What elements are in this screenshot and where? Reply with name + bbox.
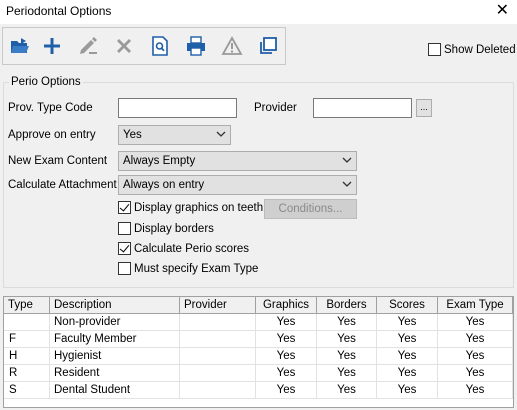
cell-description: Faculty Member <box>50 331 180 348</box>
calculate-perio-scores-checkbox[interactable]: Calculate Perio scores <box>118 242 249 255</box>
table-row[interactable]: Non-provider Yes Yes Yes Yes <box>4 314 513 331</box>
column-header-description[interactable]: Description <box>50 297 180 314</box>
provider-browse-button[interactable]: ... <box>416 99 432 117</box>
column-header-provider[interactable]: Provider <box>180 297 256 314</box>
window-title: Periodontal Options <box>6 4 112 18</box>
cell-scores: Yes <box>377 365 438 382</box>
cell-provider <box>180 365 256 382</box>
column-header-graphics[interactable]: Graphics <box>256 297 317 314</box>
warning-icon <box>218 32 246 60</box>
new-exam-content-value: Always Empty <box>123 155 196 167</box>
grid-header: Type Description Provider Graphics Borde… <box>4 297 513 314</box>
cell-graphics: Yes <box>256 314 317 331</box>
cell-description: Dental Student <box>50 382 180 399</box>
show-deleted-checkbox[interactable]: Show Deleted <box>428 43 516 56</box>
prov-type-code-label: Prov. Type Code <box>8 102 93 114</box>
perio-options-group-label: Perio Options <box>9 76 83 88</box>
column-header-scores[interactable]: Scores <box>377 297 438 314</box>
cell-graphics: Yes <box>256 348 317 365</box>
conditions-button: Conditions... <box>264 199 357 219</box>
cell-borders: Yes <box>317 365 377 382</box>
calculate-perio-scores-label: Calculate Perio scores <box>134 242 250 255</box>
cell-borders: Yes <box>317 331 377 348</box>
show-deleted-box[interactable] <box>428 43 441 56</box>
table-row[interactable]: S Dental Student Yes Yes Yes Yes <box>4 382 513 399</box>
cell-type: R <box>4 365 50 382</box>
chevron-down-icon <box>342 157 352 163</box>
chevron-down-icon <box>342 181 352 187</box>
add-icon[interactable] <box>38 32 66 60</box>
column-header-type[interactable]: Type <box>4 297 50 314</box>
cell-borders: Yes <box>317 382 377 399</box>
calculate-attachment-value: Always on entry <box>123 179 205 191</box>
toolbar <box>2 27 286 65</box>
edit-pencil-icon <box>74 32 102 60</box>
search-document-icon[interactable] <box>146 32 174 60</box>
display-graphics-box[interactable] <box>118 201 131 214</box>
cell-exam-type: Yes <box>438 314 513 331</box>
display-borders-box[interactable] <box>118 222 131 235</box>
cell-graphics: Yes <box>256 365 317 382</box>
provider-label: Provider <box>254 102 297 114</box>
cell-graphics: Yes <box>256 382 317 399</box>
calculate-attachment-select[interactable]: Always on entry <box>118 175 357 195</box>
column-header-borders[interactable]: Borders <box>317 297 377 314</box>
approve-on-entry-value: Yes <box>123 129 142 141</box>
cell-scores: Yes <box>377 382 438 399</box>
new-exam-content-label: New Exam Content <box>8 155 108 167</box>
table-row[interactable]: R Resident Yes Yes Yes Yes <box>4 365 513 382</box>
provider-type-grid[interactable]: Type Description Provider Graphics Borde… <box>3 296 514 408</box>
title-bar: Periodontal Options ✕ <box>0 0 517 24</box>
cell-scores: Yes <box>377 348 438 365</box>
close-icon[interactable]: ✕ <box>496 1 509 21</box>
chevron-down-icon <box>216 131 226 137</box>
cell-provider <box>180 331 256 348</box>
open-folder-icon[interactable] <box>6 32 34 60</box>
display-graphics-label: Display graphics on teeth <box>134 201 264 214</box>
table-row[interactable]: F Faculty Member Yes Yes Yes Yes <box>4 331 513 348</box>
approve-on-entry-label: Approve on entry <box>8 129 96 141</box>
cell-type: F <box>4 331 50 348</box>
cell-borders: Yes <box>317 314 377 331</box>
delete-x-icon <box>110 32 138 60</box>
cell-exam-type: Yes <box>438 348 513 365</box>
cell-type: H <box>4 348 50 365</box>
cell-graphics: Yes <box>256 331 317 348</box>
must-specify-exam-type-label: Must specify Exam Type <box>134 262 259 275</box>
cell-provider <box>180 348 256 365</box>
calculate-perio-scores-box[interactable] <box>118 242 131 255</box>
provider-input[interactable] <box>313 98 412 118</box>
prov-type-code-input[interactable] <box>118 98 237 118</box>
cell-scores: Yes <box>377 331 438 348</box>
approve-on-entry-select[interactable]: Yes <box>118 125 231 145</box>
copy-icon[interactable] <box>254 32 282 60</box>
display-graphics-checkbox[interactable]: Display graphics on teeth <box>118 201 263 214</box>
cell-exam-type: Yes <box>438 382 513 399</box>
must-specify-exam-type-checkbox[interactable]: Must specify Exam Type <box>118 262 258 275</box>
cell-description: Resident <box>50 365 180 382</box>
cell-description: Non-provider <box>50 314 180 331</box>
cell-provider <box>180 382 256 399</box>
must-specify-exam-type-box[interactable] <box>118 262 131 275</box>
cell-type: S <box>4 382 50 399</box>
cell-exam-type: Yes <box>438 365 513 382</box>
show-deleted-label: Show Deleted <box>444 43 516 56</box>
cell-borders: Yes <box>317 348 377 365</box>
new-exam-content-select[interactable]: Always Empty <box>118 151 357 171</box>
cell-exam-type: Yes <box>438 331 513 348</box>
table-row[interactable]: H Hygienist Yes Yes Yes Yes <box>4 348 513 365</box>
cell-scores: Yes <box>377 314 438 331</box>
printer-icon[interactable] <box>182 32 210 60</box>
cell-description: Hygienist <box>50 348 180 365</box>
cell-provider <box>180 314 256 331</box>
column-header-exam-type[interactable]: Exam Type <box>438 297 513 314</box>
display-borders-label: Display borders <box>134 222 214 235</box>
cell-type <box>4 314 50 331</box>
display-borders-checkbox[interactable]: Display borders <box>118 222 214 235</box>
calculate-attachment-label: Calculate Attachment <box>8 179 117 191</box>
